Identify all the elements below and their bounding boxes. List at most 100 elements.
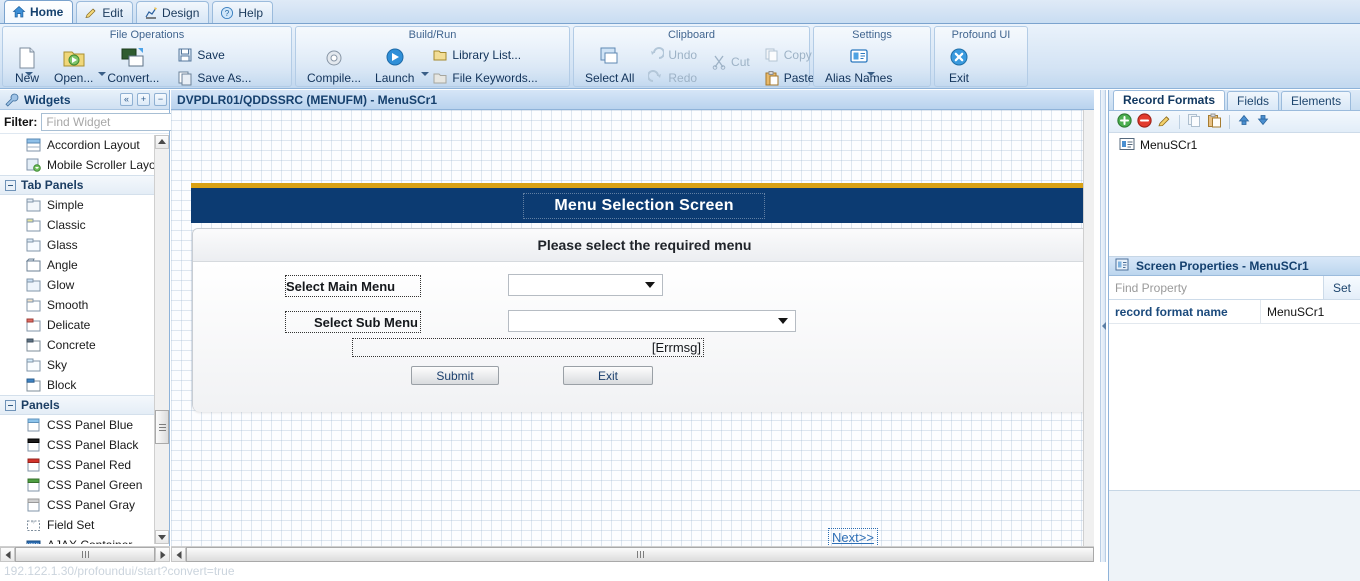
widget-item-css-panel-green[interactable]: CSS Panel Green: [0, 475, 154, 495]
record-formats-tree[interactable]: MenuSCr1: [1109, 133, 1360, 257]
convert-button[interactable]: Convert...: [102, 44, 164, 88]
widget-item-field-set[interactable]: xy Field Set: [0, 515, 154, 535]
widget-item-mobile-scroller-layout[interactable]: Mobile Scroller Layou: [0, 155, 154, 175]
move-down-icon[interactable]: [1256, 113, 1270, 130]
add-icon[interactable]: [1117, 112, 1132, 131]
label-select-main-menu[interactable]: Select Main Menu: [285, 275, 421, 297]
widget-item-sky[interactable]: Sky: [0, 355, 154, 375]
widget-item-css-panel-gray[interactable]: CSS Panel Gray: [0, 495, 154, 515]
redo-button[interactable]: Redo: [643, 67, 702, 89]
widget-item-glow[interactable]: Glow: [0, 275, 154, 295]
select-all-button[interactable]: Select All: [580, 44, 639, 88]
label-select-sub-menu[interactable]: Select Sub Menu: [285, 311, 421, 333]
launch-dropdown-caret[interactable]: [421, 72, 429, 76]
panel-splitter[interactable]: [1100, 90, 1106, 562]
widget-item-concrete[interactable]: Concrete: [0, 335, 154, 355]
undo-button[interactable]: Undo: [643, 44, 702, 66]
alias-names-button[interactable]: Alias Names: [820, 44, 897, 88]
delete-icon[interactable]: [1137, 112, 1152, 131]
screen-properties-title: Screen Properties - MenuSCr1: [1136, 259, 1309, 273]
widgets-collapse-button[interactable]: «: [120, 93, 133, 106]
save-button[interactable]: Save: [172, 44, 256, 66]
copy-button-label: Copy: [783, 48, 812, 62]
widget-item-css-panel-blue[interactable]: CSS Panel Blue: [0, 415, 154, 435]
exit-application-button[interactable]: Exit: [941, 44, 977, 88]
cut-scissors-icon: [711, 54, 727, 70]
edit-pencil-icon[interactable]: [1157, 113, 1172, 131]
ribbon-tab-edit[interactable]: Edit: [76, 1, 134, 23]
widgets-list[interactable]: Accordion Layout Mobile Scroller Layou T…: [0, 135, 154, 544]
collapse-toggle-icon[interactable]: [5, 399, 16, 411]
move-up-icon[interactable]: [1237, 113, 1251, 130]
scroll-down-arrow[interactable]: [155, 530, 169, 544]
widget-item-angle[interactable]: Angle: [0, 255, 154, 275]
save-button-label: Save: [197, 48, 225, 62]
library-list-button[interactable]: Library List...: [427, 44, 542, 66]
record-formats-toolbar: [1109, 111, 1360, 133]
file-keywords-button[interactable]: File Keywords...: [427, 67, 542, 89]
widget-item-simple[interactable]: Simple: [0, 195, 154, 215]
launch-button[interactable]: Launch: [370, 44, 419, 88]
save-floppy-icon: [177, 47, 193, 63]
copy-icon[interactable]: [1187, 113, 1202, 131]
designer-hscroll-thumb[interactable]: [186, 547, 1094, 562]
widget-item-delicate[interactable]: Delicate: [0, 315, 154, 335]
widgets-horizontal-scrollbar[interactable]: [0, 546, 170, 562]
open-button[interactable]: Open...: [49, 44, 98, 88]
property-row-record-format-name[interactable]: record format name MenuSCr1: [1109, 300, 1360, 324]
exit-button[interactable]: Exit: [563, 366, 653, 385]
widget-item-css-panel-black[interactable]: CSS Panel Black: [0, 435, 154, 455]
designer-horizontal-scrollbar[interactable]: [171, 546, 1094, 562]
widgets-vertical-scrollbar[interactable]: [154, 135, 169, 544]
tab-elements[interactable]: Elements: [1281, 91, 1352, 110]
widget-item-label: Angle: [47, 258, 78, 272]
ribbon-tab-help[interactable]: ? Help: [212, 1, 274, 23]
widgets-scroll-thumb[interactable]: [155, 410, 169, 444]
ribbon-tab-home[interactable]: Home: [4, 0, 74, 23]
new-dropdown-caret[interactable]: [25, 72, 33, 76]
next-link[interactable]: Next>>: [828, 528, 878, 546]
alias-names-dropdown-caret[interactable]: [867, 72, 875, 76]
widgets-collapse-all-button[interactable]: −: [154, 93, 167, 106]
widget-item-ajax-container[interactable]: HTML AJAX Container: [0, 535, 154, 544]
scroll-left-arrow[interactable]: [0, 547, 15, 562]
record-format-item-menuscr1[interactable]: MenuSCr1: [1109, 136, 1360, 154]
save-as-button[interactable]: Save As...: [172, 67, 256, 89]
widgets-hscroll-thumb[interactable]: [15, 547, 155, 562]
scroll-left-arrow[interactable]: [171, 547, 186, 562]
screen-banner[interactable]: Menu Selection Screen: [191, 183, 1083, 223]
scroll-up-arrow[interactable]: [155, 135, 169, 149]
widgets-expand-all-button[interactable]: +: [137, 93, 150, 106]
property-value[interactable]: MenuSCr1: [1261, 300, 1360, 323]
sub-menu-dropdown[interactable]: [508, 310, 796, 332]
widget-item-block[interactable]: Block: [0, 375, 154, 395]
widget-item-glass[interactable]: Glass: [0, 235, 154, 255]
scroll-right-arrow[interactable]: [155, 547, 170, 562]
submit-button[interactable]: Submit: [411, 366, 499, 385]
ribbon-tab-design[interactable]: Design: [136, 1, 210, 23]
screen-panel[interactable]: Please select the required menu Select M…: [192, 228, 1083, 412]
paste-icon[interactable]: [1207, 113, 1222, 131]
widget-item-smooth[interactable]: Smooth: [0, 295, 154, 315]
widget-item-accordion-layout[interactable]: Accordion Layout: [0, 135, 154, 155]
widgets-section-panels[interactable]: Panels: [0, 395, 154, 415]
design-canvas[interactable]: Menu Selection Screen Please select the …: [171, 110, 1083, 546]
error-message-field[interactable]: [Errmsg]: [352, 338, 704, 357]
open-dropdown-caret[interactable]: [98, 72, 106, 76]
tab-record-formats[interactable]: Record Formats: [1113, 90, 1226, 110]
collapse-toggle-icon[interactable]: [5, 179, 16, 191]
designer-vertical-scrollbar[interactable]: [1083, 110, 1094, 546]
widget-item-css-panel-red[interactable]: CSS Panel Red: [0, 455, 154, 475]
set-property-button[interactable]: Set: [1324, 276, 1360, 299]
main-menu-dropdown[interactable]: [508, 274, 663, 296]
new-button[interactable]: New: [9, 44, 45, 88]
svg-text:xy: xy: [31, 519, 35, 524]
compile-button[interactable]: Compile...: [302, 44, 366, 88]
widget-item-classic[interactable]: Classic: [0, 215, 154, 235]
tab-fields[interactable]: Fields: [1227, 91, 1280, 110]
paste-button[interactable]: Paste: [759, 67, 820, 89]
copy-button[interactable]: Copy: [759, 44, 820, 66]
find-property-input[interactable]: [1109, 276, 1324, 299]
cut-button[interactable]: Cut: [706, 51, 755, 73]
widgets-section-tab-panels[interactable]: Tab Panels: [0, 175, 154, 195]
